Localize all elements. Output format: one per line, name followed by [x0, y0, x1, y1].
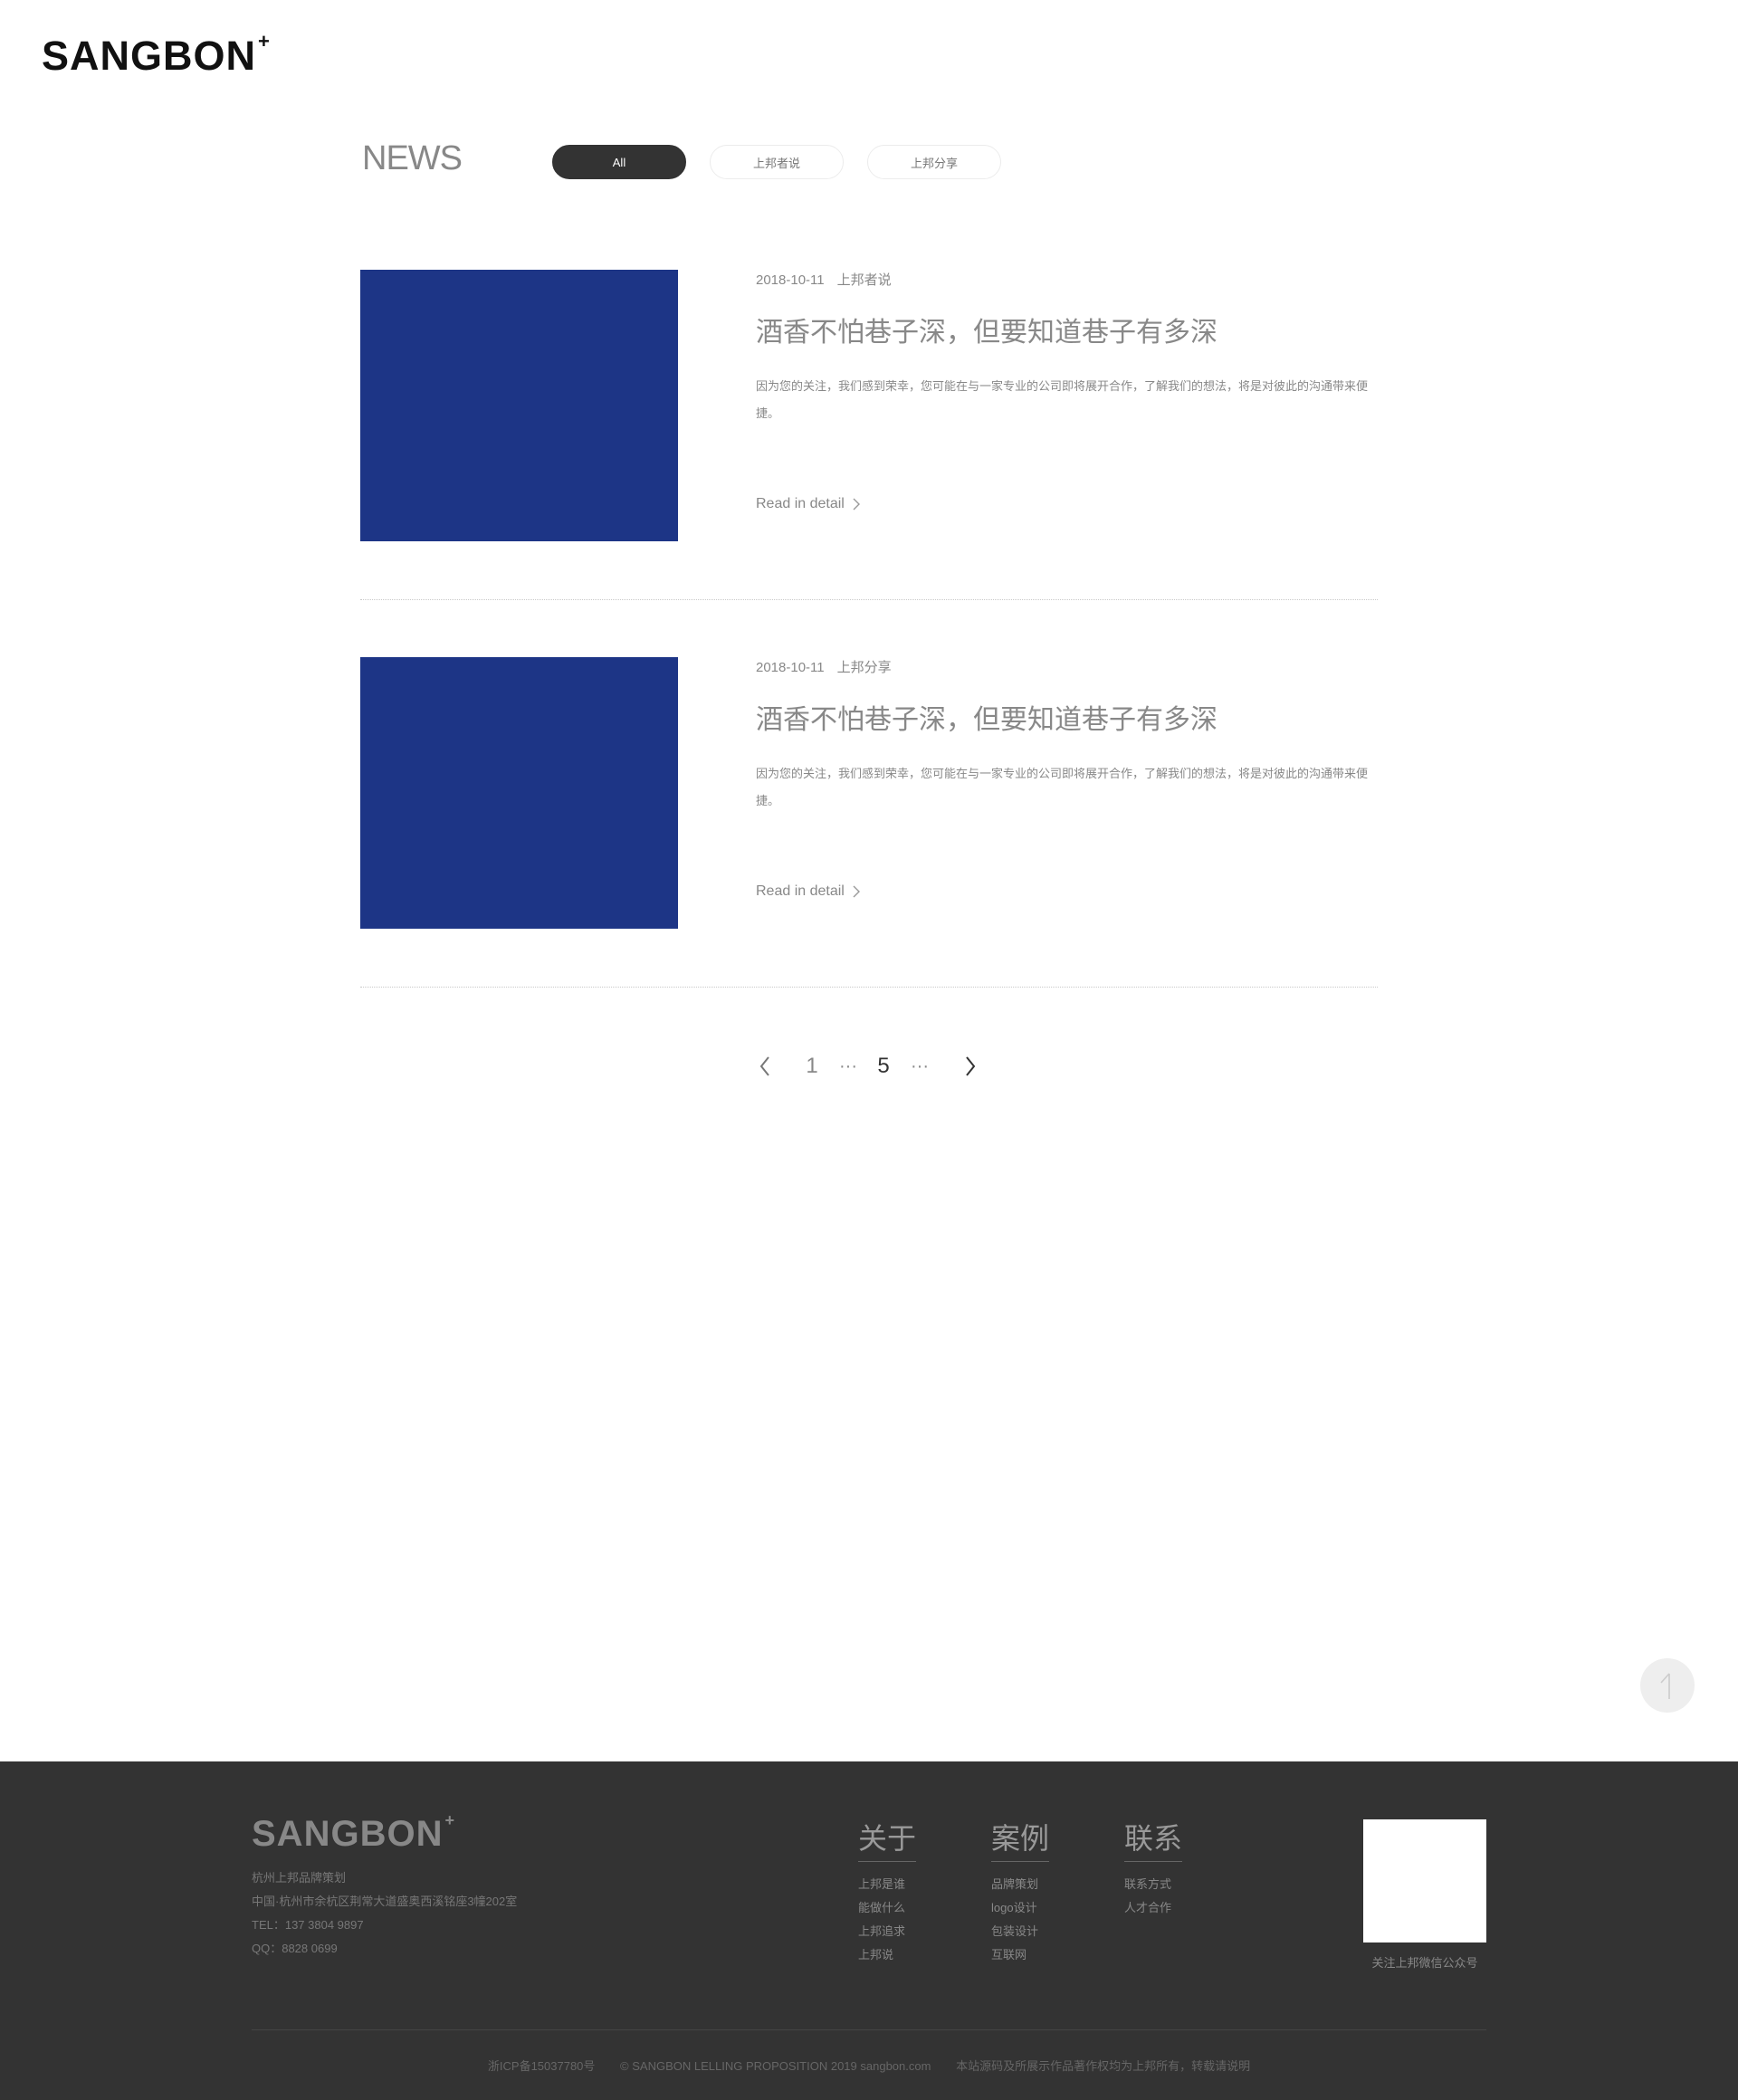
arrow-up-icon — [1660, 1673, 1670, 1699]
read-detail-label: Read in detail — [756, 496, 845, 511]
pagination-ellipsis: ··· — [839, 1055, 857, 1076]
chevron-right-icon — [853, 885, 860, 898]
footer-company: 杭州上邦品牌策划 — [252, 1871, 347, 1885]
article-thumbnail[interactable] — [360, 270, 678, 541]
footer-column-about: 关于 上邦是谁 能做什么 上邦追求 上邦说 — [858, 1816, 917, 1967]
chevron-right-icon — [966, 1056, 976, 1076]
article-category: 上邦者说 — [836, 272, 892, 288]
footer-divider — [252, 2029, 1486, 2030]
wechat-qr-code — [1363, 1819, 1486, 1942]
article-date: 2018-10-11 — [756, 272, 825, 288]
footer-link[interactable]: 品牌策划 — [991, 1873, 1049, 1896]
read-detail-link[interactable]: Read in detail — [756, 883, 861, 900]
footer-link[interactable]: 包装设计 — [991, 1920, 1049, 1943]
footer-column-cases: 案例 品牌策划 logo设计 包装设计 互联网 — [991, 1816, 1050, 1967]
copyright-text: © SANGBON LELLING PROPOSITION 2019 sangb… — [620, 2059, 931, 2073]
filter-tab-sangbon-share[interactable]: 上邦分享 — [867, 145, 1001, 179]
news-article: 2018-10-11 上邦分享 酒香不怕巷子深，但要知道巷子有多深 因为您的关注，… — [360, 657, 1378, 929]
chevron-left-icon — [759, 1056, 769, 1076]
footer-link[interactable]: 上邦追求 — [858, 1920, 916, 1943]
article-date: 2018-10-11 — [756, 660, 825, 675]
article-excerpt: 因为您的关注，我们感到荣幸，您可能在与一家专业的公司即将展开合作，了解我们的想法… — [756, 379, 1369, 420]
footer-logo[interactable]: SANGBON + — [252, 1811, 455, 1855]
article-title[interactable]: 酒香不怕巷子深，但要知道巷子有多深 — [756, 697, 1218, 737]
article-excerpt: 因为您的关注，我们感到荣幸，您可能在与一家专业的公司即将展开合作，了解我们的想法… — [756, 767, 1369, 807]
footer-link[interactable]: 上邦是谁 — [858, 1873, 916, 1896]
qr-caption: 关注上邦微信公众号 — [1371, 1956, 1478, 1970]
copyright-bar: 浙ICP备15037780号 © SANGBON LELLING PROPOSI… — [0, 2057, 1738, 2074]
footer-qq: QQ：8828 0699 — [252, 1942, 338, 1955]
article-divider — [360, 599, 1378, 600]
chevron-right-icon — [853, 498, 860, 511]
site-footer: SANGBON + 杭州上邦品牌策划 中国·杭州市余杭区荆常大道盛奥西溪铭座3幢2… — [0, 1761, 1738, 2100]
pagination: 1 ··· 5 ··· — [751, 1050, 1005, 1083]
pagination-ellipsis: ··· — [911, 1055, 929, 1076]
article-category: 上邦分享 — [836, 660, 892, 675]
footer-link[interactable]: 上邦说 — [858, 1943, 916, 1967]
footer-column-title[interactable]: 案例 — [991, 1816, 1050, 1862]
article-divider — [360, 987, 1378, 988]
icp-number[interactable]: 浙ICP备15037780号 — [488, 2059, 596, 2073]
current-page[interactable]: 5 — [870, 1050, 897, 1083]
footer-tel: TEL：137 3804 9897 — [252, 1918, 364, 1932]
footer-link[interactable]: 联系方式 — [1124, 1873, 1182, 1896]
read-detail-link[interactable]: Read in detail — [756, 496, 861, 512]
footer-column-title[interactable]: 联系 — [1124, 1816, 1183, 1862]
filter-tab-sangbon-says[interactable]: 上邦者说 — [710, 145, 844, 179]
site-logo[interactable]: SANGBON+ — [42, 30, 271, 80]
page-title: NEWS — [362, 139, 463, 177]
read-detail-label: Read in detail — [756, 883, 845, 899]
footer-column-contact: 联系 联系方式 人才合作 — [1124, 1816, 1183, 1920]
back-to-top-button[interactable] — [1640, 1658, 1695, 1713]
footer-link[interactable]: 人才合作 — [1124, 1896, 1182, 1920]
footer-link[interactable]: logo设计 — [991, 1896, 1049, 1920]
article-title[interactable]: 酒香不怕巷子深，但要知道巷子有多深 — [756, 310, 1218, 349]
filter-tab-all[interactable]: All — [552, 145, 686, 179]
news-article: 2018-10-11 上邦者说 酒香不怕巷子深，但要知道巷子有多深 因为您的关注，… — [360, 270, 1378, 541]
prev-page-button[interactable] — [751, 1050, 778, 1083]
article-meta: 2018-10-11 上邦者说 — [756, 270, 892, 289]
footer-address: 中国·杭州市余杭区荆常大道盛奥西溪铭座3幢202室 — [252, 1895, 518, 1908]
footer-link[interactable]: 能做什么 — [858, 1896, 916, 1920]
footer-contact-info: 杭州上邦品牌策划 中国·杭州市余杭区荆常大道盛奥西溪铭座3幢202室 TEL：1… — [252, 1866, 517, 1961]
next-page-button[interactable] — [957, 1050, 984, 1083]
footer-link[interactable]: 互联网 — [991, 1943, 1049, 1967]
article-thumbnail[interactable] — [360, 657, 678, 929]
footer-column-title[interactable]: 关于 — [858, 1816, 917, 1862]
rights-notice: 本站源码及所展示作品著作权均为上邦所有，转载请说明 — [956, 2059, 1251, 2073]
page-1-button[interactable]: 1 — [798, 1050, 826, 1083]
article-meta: 2018-10-11 上邦分享 — [756, 657, 892, 676]
